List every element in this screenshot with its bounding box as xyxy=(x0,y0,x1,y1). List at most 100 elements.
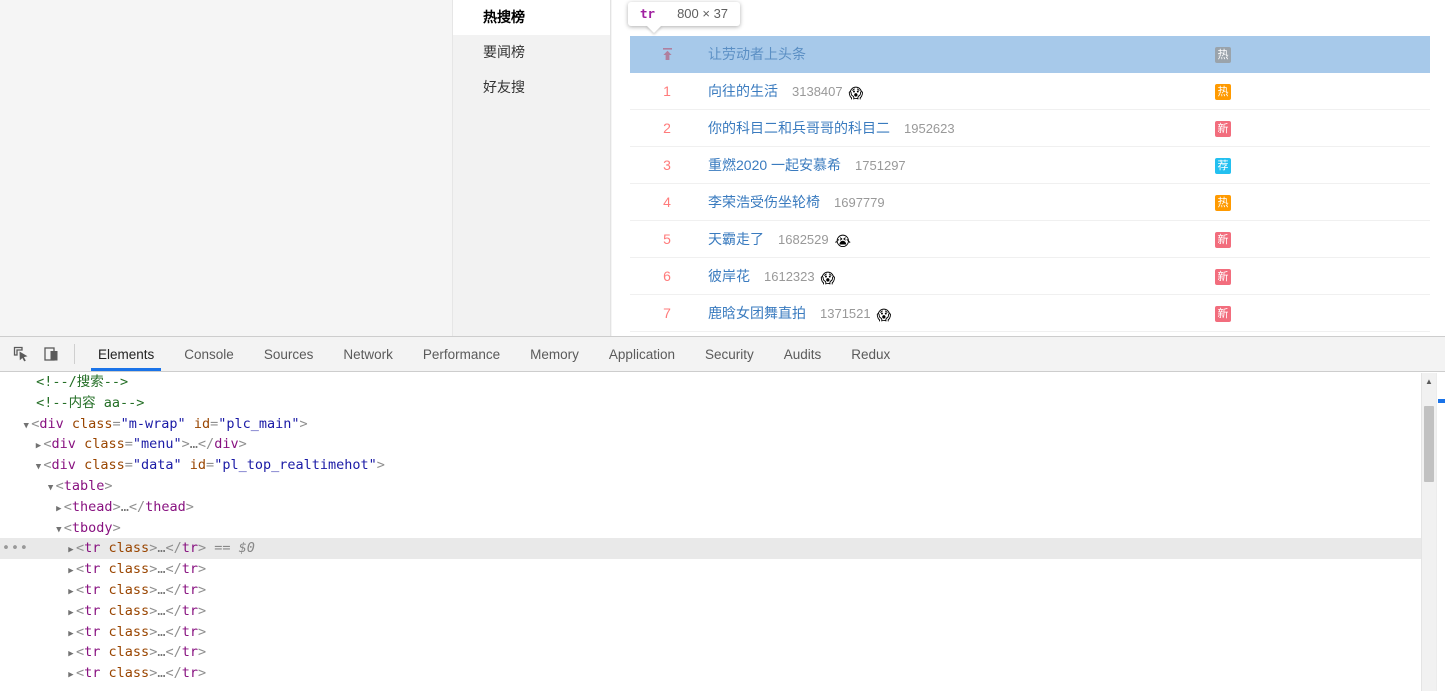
dom-token: < xyxy=(76,623,85,640)
dom-tree-line[interactable]: <tr class>…</tr> xyxy=(0,559,1445,580)
dom-token: "m-wrap" xyxy=(120,415,186,432)
tab-performance[interactable]: Performance xyxy=(408,337,515,371)
tab-console[interactable]: Console xyxy=(169,337,249,371)
keyword-link[interactable]: 重燃2020 一起安慕希 xyxy=(708,157,841,173)
tab-audits[interactable]: Audits xyxy=(769,337,837,371)
tooltip-dimensions: 800 × 37 xyxy=(677,6,729,21)
dom-token: tr xyxy=(181,561,198,578)
dom-token: > xyxy=(299,415,308,432)
chevron-right-icon[interactable] xyxy=(66,665,76,686)
sidebar-item-1[interactable]: 要闻榜 xyxy=(453,35,610,70)
rank-number: 7 xyxy=(663,305,671,321)
dom-tree-scrollbar[interactable]: ▲ xyxy=(1421,373,1436,691)
dom-tree-line[interactable]: <tr class>…</tr> xyxy=(0,601,1445,622)
dom-token: "plc_main" xyxy=(218,415,300,432)
dom-token: </ xyxy=(165,561,182,578)
dom-token xyxy=(100,665,108,681)
dom-token: "data" xyxy=(132,457,182,474)
sidebar-menu: 热搜榜 要闻榜 好友搜 xyxy=(452,0,611,336)
table-row[interactable]: 6 彼岸花 1612323 😱 新 xyxy=(630,258,1430,295)
dom-tree-line[interactable]: <tr class>…</tr> xyxy=(0,663,1445,684)
row-badge-cell: 新 xyxy=(1215,221,1231,258)
dom-tree-line[interactable]: <div class="menu">…</div> xyxy=(0,434,1445,455)
search-count: 1952623 xyxy=(904,121,955,136)
dom-line-overflow-dots[interactable]: ••• xyxy=(2,538,29,559)
chevron-down-icon[interactable] xyxy=(33,457,43,478)
dom-token: class xyxy=(108,644,150,661)
table-row[interactable]: 2 你的科目二和兵哥哥的科目二 1952623 新 xyxy=(630,110,1430,147)
dom-tree-line[interactable]: <div class="data" id="pl_top_realtimehot… xyxy=(0,455,1445,476)
tab-network[interactable]: Network xyxy=(328,337,408,371)
search-count: 1371521 xyxy=(820,306,871,321)
dom-tree-line[interactable]: •••<tr class>…</tr> == $0 xyxy=(0,538,1445,561)
status-badge: 新 xyxy=(1215,268,1231,285)
sidebar-item-2[interactable]: 好友搜 xyxy=(453,70,610,105)
sidebar-item-0[interactable]: 热搜榜 xyxy=(453,0,610,35)
table-row[interactable]: 让劳动者上头条 热 xyxy=(630,36,1430,73)
dom-token: tr xyxy=(181,644,198,661)
table-row[interactable]: 4 李荣浩受伤坐轮椅 1697779 热 xyxy=(630,184,1430,221)
chevron-down-icon[interactable] xyxy=(46,478,56,499)
dom-tree-line[interactable]: <div class="m-wrap" id="plc_main"> xyxy=(0,414,1445,435)
dom-token: > xyxy=(181,436,190,453)
tab-redux[interactable]: Redux xyxy=(836,337,905,371)
chevron-right-icon[interactable] xyxy=(54,499,64,520)
keyword-link[interactable]: 天霸走了 xyxy=(708,231,764,247)
table-row[interactable]: 5 天霸走了 1682529 😭 新 xyxy=(630,221,1430,258)
tab-application[interactable]: Application xyxy=(594,337,690,371)
chevron-right-icon[interactable] xyxy=(66,603,76,624)
chevron-right-icon[interactable] xyxy=(66,582,76,603)
chevron-right-icon[interactable] xyxy=(66,540,76,561)
tab-sources[interactable]: Sources xyxy=(249,337,329,371)
dom-tree-line[interactable]: <tbody> xyxy=(0,518,1445,539)
dom-token: < xyxy=(76,540,85,557)
dom-token: </ xyxy=(197,436,215,453)
page-left-gutter xyxy=(0,0,452,336)
devtools-toolbar: Elements Console Sources Network Performance… xyxy=(0,337,1445,372)
tab-elements[interactable]: Elements xyxy=(83,337,169,371)
dom-token xyxy=(100,561,108,577)
keyword-link[interactable]: 让劳动者上头条 xyxy=(708,46,806,62)
dom-token: </ xyxy=(165,581,182,598)
tab-security[interactable]: Security xyxy=(690,337,769,371)
inspect-element-icon[interactable] xyxy=(6,337,36,371)
keyword-link[interactable]: 向往的生活 xyxy=(708,83,778,99)
tab-memory[interactable]: Memory xyxy=(515,337,594,371)
dom-token: <!--/搜索--> xyxy=(36,374,129,390)
dom-token: div xyxy=(51,457,76,474)
table-row[interactable]: 3 重燃2020 一起安慕希 1751297 荐 xyxy=(630,147,1430,184)
dom-tree-line[interactable]: <table> xyxy=(0,476,1445,497)
keyword-link[interactable]: 彼岸花 xyxy=(708,268,750,284)
scrollbar-thumb[interactable] xyxy=(1424,406,1434,482)
chevron-down-icon[interactable] xyxy=(21,416,31,437)
dom-token xyxy=(76,457,84,473)
dom-tree-line[interactable]: <tr class>…</tr> xyxy=(0,580,1445,601)
chevron-right-icon[interactable] xyxy=(66,644,76,665)
keyword-link[interactable]: 鹿晗女团舞直拍 xyxy=(708,305,806,321)
dom-token: … xyxy=(189,436,198,453)
dom-token: > xyxy=(238,436,247,453)
toolbar-divider xyxy=(74,344,75,364)
dom-tree-view[interactable]: <!--/搜索--> <!--内容 aa--><div class="m-wrap… xyxy=(0,372,1445,691)
dom-tree-line[interactable]: <!--内容 aa--> xyxy=(0,393,1445,414)
table-row[interactable]: 1 向往的生活 3138407 😱 热 xyxy=(630,73,1430,110)
chevron-right-icon[interactable] xyxy=(66,624,76,645)
dom-token: </ xyxy=(165,540,182,557)
dom-token xyxy=(76,436,84,452)
device-toolbar-icon[interactable] xyxy=(36,337,66,371)
chevron-right-icon[interactable] xyxy=(66,561,76,582)
dom-tree-line[interactable]: <thead>…</thead> xyxy=(0,497,1445,518)
dom-tree-line[interactable]: <tr class>…</tr> xyxy=(0,622,1445,643)
keyword-link[interactable]: 李荣浩受伤坐轮椅 xyxy=(708,194,820,210)
chevron-down-icon[interactable] xyxy=(54,520,64,541)
dom-token: tr xyxy=(84,581,101,598)
dom-token xyxy=(100,624,108,640)
chevron-right-icon[interactable] xyxy=(33,436,43,457)
keyword-link[interactable]: 你的科目二和兵哥哥的科目二 xyxy=(708,120,890,136)
dom-tree-line[interactable]: <!--/搜索--> xyxy=(0,372,1445,393)
dom-tree-line[interactable]: <tr class>…</tr> xyxy=(0,642,1445,663)
minimap-marker xyxy=(1438,399,1445,403)
row-title-cell: 彼岸花 1612323 😱 xyxy=(708,258,835,297)
scroll-up-arrow-icon[interactable]: ▲ xyxy=(1422,373,1436,389)
table-row[interactable]: 7 鹿晗女团舞直拍 1371521 😱 新 xyxy=(630,295,1430,332)
